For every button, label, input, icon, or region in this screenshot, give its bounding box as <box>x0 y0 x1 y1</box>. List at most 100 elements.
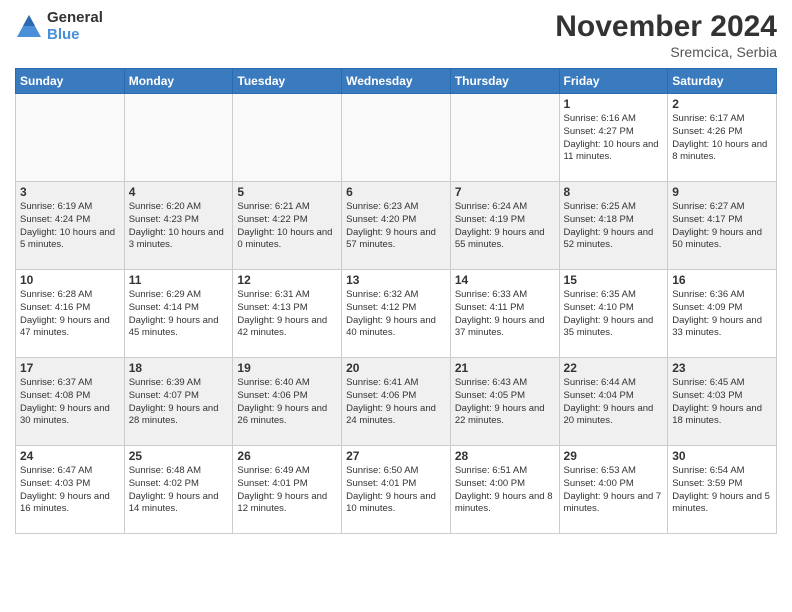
logo-general-text: General <box>47 10 103 27</box>
calendar-cell: 3 Sunrise: 6:19 AM Sunset: 4:24 PM Daylig… <box>16 182 125 270</box>
day-number: 26 <box>237 449 337 463</box>
calendar-cell: 20 Sunrise: 6:41 AM Sunset: 4:06 PM Dayli… <box>342 358 451 446</box>
day-info: Sunrise: 6:27 AM Sunset: 4:17 PM Dayligh… <box>672 201 772 252</box>
day-info: Sunrise: 6:29 AM Sunset: 4:14 PM Dayligh… <box>129 289 229 340</box>
calendar-cell: 9 Sunrise: 6:27 AM Sunset: 4:17 PM Daylig… <box>668 182 777 270</box>
day-info: Sunrise: 6:53 AM Sunset: 4:00 PM Dayligh… <box>564 465 664 516</box>
day-info: Sunrise: 6:37 AM Sunset: 4:08 PM Dayligh… <box>20 377 120 428</box>
calendar-cell: 13Sunrise: 6:32 AM Sunset: 4:12 PM Dayli… <box>342 270 451 358</box>
calendar-cell: 11 Sunrise: 6:29 AM Sunset: 4:14 PM Dayli… <box>124 270 233 358</box>
day-number: 12 <box>237 273 337 287</box>
day-number: 14 <box>455 273 555 287</box>
day-info: Sunrise: 6:17 AM Sunset: 4:26 PM Dayligh… <box>672 113 772 164</box>
title-block: November 2024 Sremcica, Serbia <box>555 10 777 60</box>
day-number: 21 <box>455 361 555 375</box>
header-sunday: Sunday <box>16 69 125 94</box>
day-number: 1 <box>564 97 664 111</box>
day-info: Sunrise: 6:16 AM Sunset: 4:27 PM Dayligh… <box>564 113 664 164</box>
day-number: 11 <box>129 273 229 287</box>
calendar-cell: 4Sunrise: 6:20 AM Sunset: 4:23 PM Daylig… <box>124 182 233 270</box>
logo-text: General Blue <box>47 10 103 43</box>
day-info: Sunrise: 6:43 AM Sunset: 4:05 PM Dayligh… <box>455 377 555 428</box>
header: General Blue November 2024 Sremcica, Ser… <box>15 10 777 60</box>
day-info: Sunrise: 6:35 AM Sunset: 4:10 PM Dayligh… <box>564 289 664 340</box>
calendar-cell: 18Sunrise: 6:39 AM Sunset: 4:07 PM Dayli… <box>124 358 233 446</box>
day-info: Sunrise: 6:21 AM Sunset: 4:22 PM Dayligh… <box>237 201 337 252</box>
day-number: 7 <box>455 185 555 199</box>
calendar-cell: 25 Sunrise: 6:48 AM Sunset: 4:02 PM Dayli… <box>124 446 233 534</box>
day-info: Sunrise: 6:23 AM Sunset: 4:20 PM Dayligh… <box>346 201 446 252</box>
day-number: 9 <box>672 185 772 199</box>
day-number: 6 <box>346 185 446 199</box>
day-number: 27 <box>346 449 446 463</box>
calendar-cell <box>124 94 233 182</box>
day-info: Sunrise: 6:47 AM Sunset: 4:03 PM Dayligh… <box>20 465 120 516</box>
calendar-week-row: 3 Sunrise: 6:19 AM Sunset: 4:24 PM Daylig… <box>16 182 777 270</box>
day-info: Sunrise: 6:20 AM Sunset: 4:23 PM Dayligh… <box>129 201 229 252</box>
page: General Blue November 2024 Sremcica, Ser… <box>0 0 792 612</box>
day-number: 20 <box>346 361 446 375</box>
day-info: Sunrise: 6:24 AM Sunset: 4:19 PM Dayligh… <box>455 201 555 252</box>
location: Sremcica, Serbia <box>555 44 777 60</box>
day-number: 25 <box>129 449 229 463</box>
header-monday: Monday <box>124 69 233 94</box>
calendar-cell: 14 Sunrise: 6:33 AM Sunset: 4:11 PM Dayli… <box>450 270 559 358</box>
day-info: Sunrise: 6:36 AM Sunset: 4:09 PM Dayligh… <box>672 289 772 340</box>
day-number: 3 <box>20 185 120 199</box>
day-info: Sunrise: 6:31 AM Sunset: 4:13 PM Dayligh… <box>237 289 337 340</box>
day-number: 5 <box>237 185 337 199</box>
calendar-cell: 2 Sunrise: 6:17 AM Sunset: 4:26 PM Daylig… <box>668 94 777 182</box>
day-info: Sunrise: 6:48 AM Sunset: 4:02 PM Dayligh… <box>129 465 229 516</box>
day-info: Sunrise: 6:33 AM Sunset: 4:11 PM Dayligh… <box>455 289 555 340</box>
day-info: Sunrise: 6:19 AM Sunset: 4:24 PM Dayligh… <box>20 201 120 252</box>
calendar-cell: 10Sunrise: 6:28 AM Sunset: 4:16 PM Dayli… <box>16 270 125 358</box>
day-number: 23 <box>672 361 772 375</box>
calendar-cell: 6 Sunrise: 6:23 AM Sunset: 4:20 PM Daylig… <box>342 182 451 270</box>
calendar-cell: 5 Sunrise: 6:21 AM Sunset: 4:22 PM Daylig… <box>233 182 342 270</box>
calendar-week-row: 17 Sunrise: 6:37 AM Sunset: 4:08 PM Dayli… <box>16 358 777 446</box>
logo-blue-text: Blue <box>47 27 103 44</box>
calendar-cell: 16Sunrise: 6:36 AM Sunset: 4:09 PM Dayli… <box>668 270 777 358</box>
day-info: Sunrise: 6:54 AM Sunset: 3:59 PM Dayligh… <box>672 465 772 516</box>
calendar-cell: 23 Sunrise: 6:45 AM Sunset: 4:03 PM Dayli… <box>668 358 777 446</box>
calendar-cell <box>450 94 559 182</box>
weekday-header-row: Sunday Monday Tuesday Wednesday Thursday… <box>16 69 777 94</box>
day-number: 22 <box>564 361 664 375</box>
day-number: 30 <box>672 449 772 463</box>
day-info: Sunrise: 6:50 AM Sunset: 4:01 PM Dayligh… <box>346 465 446 516</box>
day-number: 24 <box>20 449 120 463</box>
calendar-cell: 27 Sunrise: 6:50 AM Sunset: 4:01 PM Dayli… <box>342 446 451 534</box>
day-number: 15 <box>564 273 664 287</box>
calendar-cell: 15 Sunrise: 6:35 AM Sunset: 4:10 PM Dayli… <box>559 270 668 358</box>
calendar-cell: 19 Sunrise: 6:40 AM Sunset: 4:06 PM Dayli… <box>233 358 342 446</box>
calendar-cell: 1 Sunrise: 6:16 AM Sunset: 4:27 PM Daylig… <box>559 94 668 182</box>
day-info: Sunrise: 6:44 AM Sunset: 4:04 PM Dayligh… <box>564 377 664 428</box>
calendar-table: Sunday Monday Tuesday Wednesday Thursday… <box>15 68 777 534</box>
calendar-cell <box>16 94 125 182</box>
calendar-cell: 17 Sunrise: 6:37 AM Sunset: 4:08 PM Dayli… <box>16 358 125 446</box>
day-info: Sunrise: 6:51 AM Sunset: 4:00 PM Dayligh… <box>455 465 555 516</box>
calendar-week-row: 24 Sunrise: 6:47 AM Sunset: 4:03 PM Dayli… <box>16 446 777 534</box>
calendar-cell <box>233 94 342 182</box>
day-info: Sunrise: 6:40 AM Sunset: 4:06 PM Dayligh… <box>237 377 337 428</box>
calendar-cell: 7 Sunrise: 6:24 AM Sunset: 4:19 PM Daylig… <box>450 182 559 270</box>
day-number: 28 <box>455 449 555 463</box>
day-info: Sunrise: 6:49 AM Sunset: 4:01 PM Dayligh… <box>237 465 337 516</box>
header-friday: Friday <box>559 69 668 94</box>
day-info: Sunrise: 6:45 AM Sunset: 4:03 PM Dayligh… <box>672 377 772 428</box>
calendar-cell: 24 Sunrise: 6:47 AM Sunset: 4:03 PM Dayli… <box>16 446 125 534</box>
day-number: 8 <box>564 185 664 199</box>
calendar-cell <box>342 94 451 182</box>
day-info: Sunrise: 6:28 AM Sunset: 4:16 PM Dayligh… <box>20 289 120 340</box>
day-info: Sunrise: 6:41 AM Sunset: 4:06 PM Dayligh… <box>346 377 446 428</box>
header-wednesday: Wednesday <box>342 69 451 94</box>
day-number: 29 <box>564 449 664 463</box>
day-info: Sunrise: 6:32 AM Sunset: 4:12 PM Dayligh… <box>346 289 446 340</box>
day-number: 19 <box>237 361 337 375</box>
calendar-cell: 26 Sunrise: 6:49 AM Sunset: 4:01 PM Dayli… <box>233 446 342 534</box>
day-number: 18 <box>129 361 229 375</box>
calendar-cell: 22 Sunrise: 6:44 AM Sunset: 4:04 PM Dayli… <box>559 358 668 446</box>
day-number: 2 <box>672 97 772 111</box>
day-number: 17 <box>20 361 120 375</box>
calendar-week-row: 1 Sunrise: 6:16 AM Sunset: 4:27 PM Daylig… <box>16 94 777 182</box>
